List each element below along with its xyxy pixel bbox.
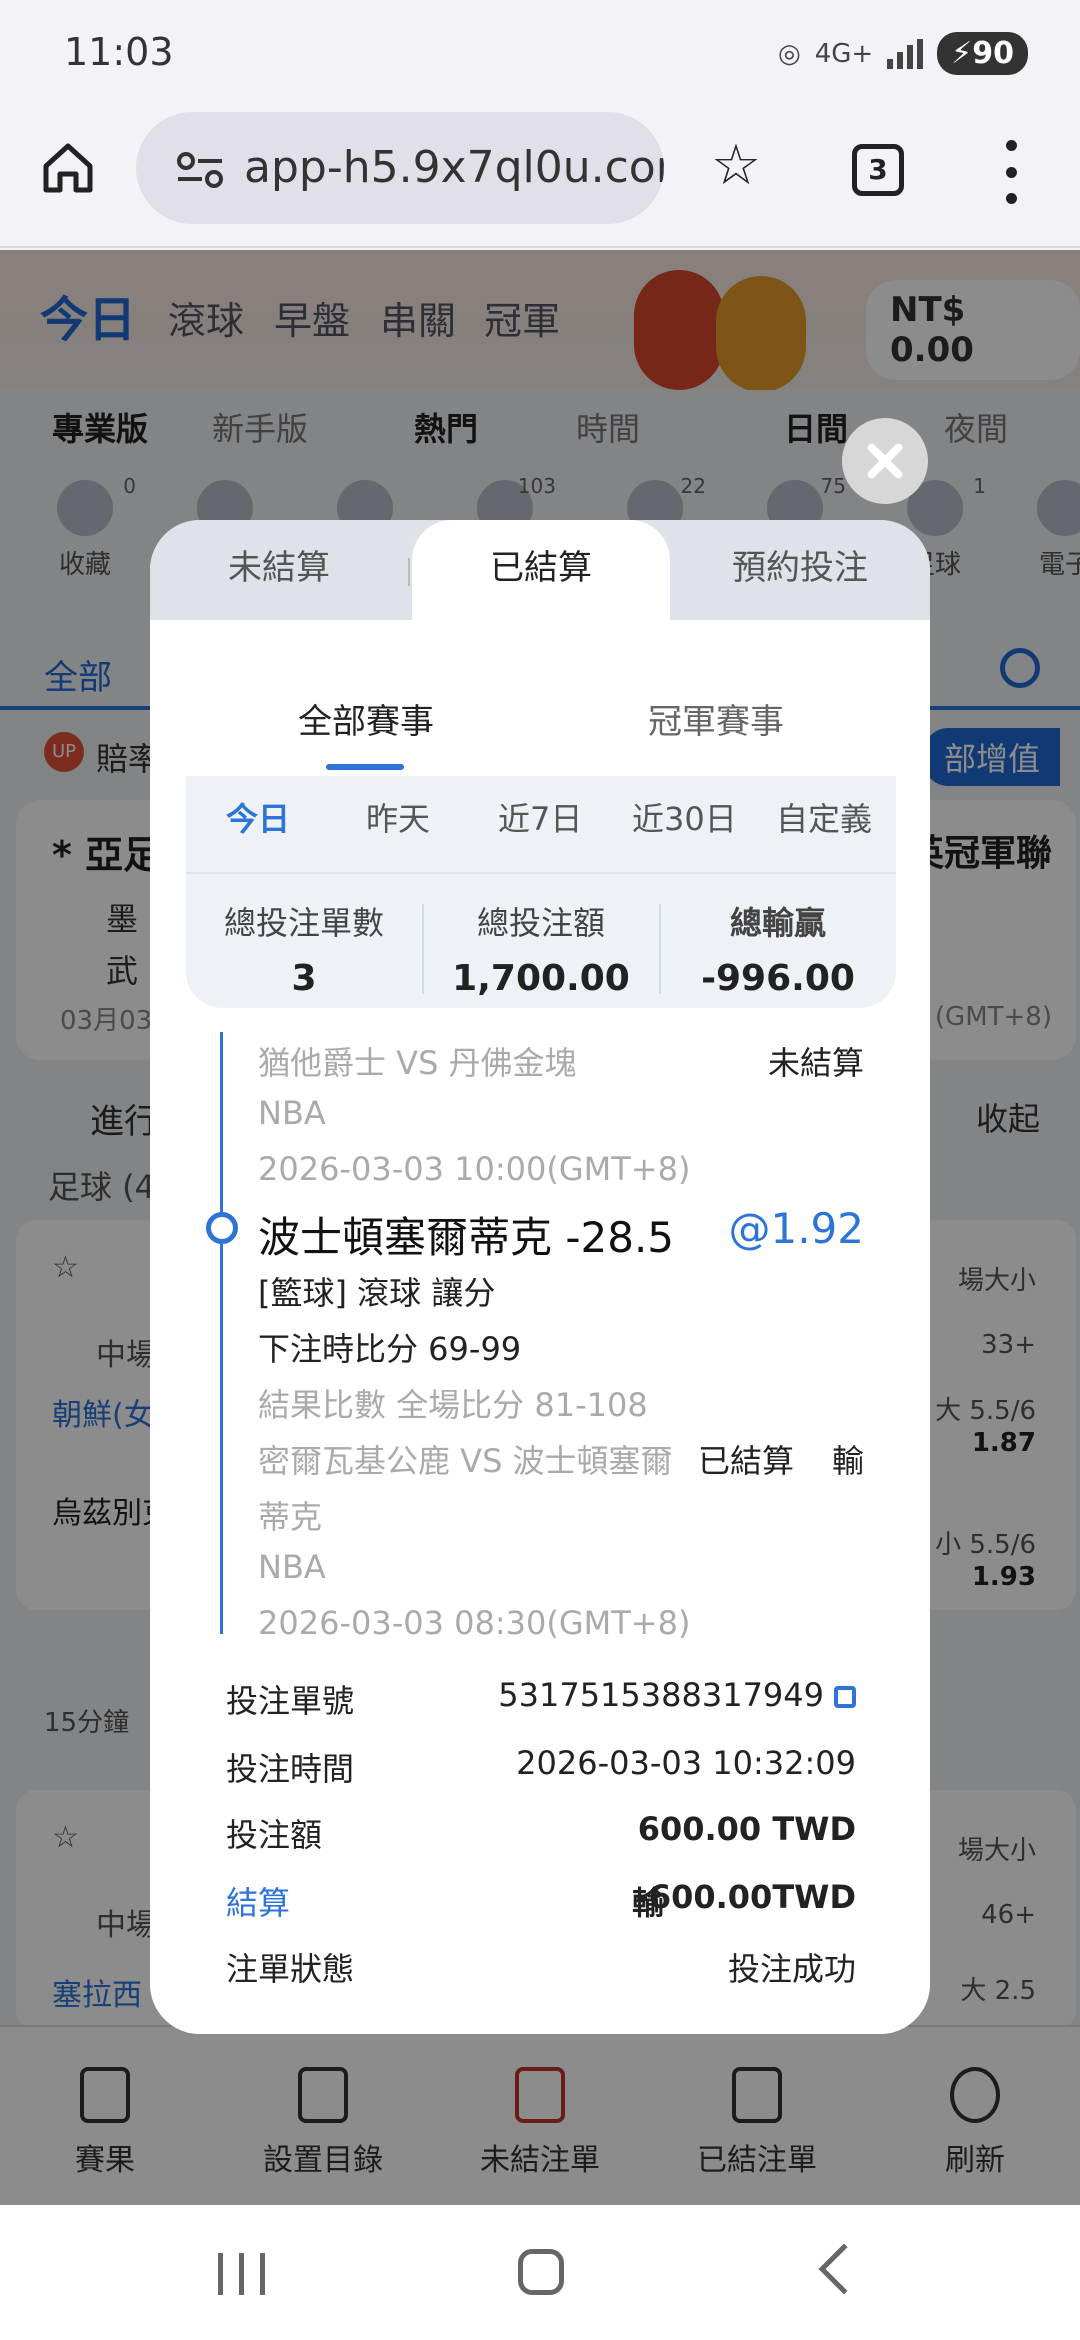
event-type-tabs: 全部賽事 冠軍賽事 bbox=[186, 672, 896, 776]
divider bbox=[186, 872, 896, 874]
site-settings-icon[interactable] bbox=[176, 152, 224, 188]
bet-selection: 波士頓塞爾蒂克 -28.5 bbox=[258, 1213, 675, 1262]
recent-apps-icon[interactable] bbox=[218, 2253, 265, 2295]
amount-label: 投注額 bbox=[226, 1816, 323, 1854]
bet-record-card: 猶他爵士 VS 丹佛金塊 未結算 NBA 2026-03-03 10:00(GM… bbox=[186, 1032, 896, 2034]
signal-icon bbox=[887, 38, 924, 69]
settle-amount: -600.00TWD bbox=[635, 1878, 856, 1916]
tab-switcher-button[interactable]: 3 bbox=[852, 144, 904, 196]
summary-card: 全部賽事 冠軍賽事 今日 昨天 近7日 近30日 自定義 總投注單數 3 總投注… bbox=[186, 672, 896, 1008]
period-yesterday[interactable]: 昨天 bbox=[366, 794, 430, 840]
bet-odds: @1.92 bbox=[728, 1204, 864, 1253]
status-label: 注單狀態 bbox=[226, 1950, 355, 1988]
tab-scheduled[interactable]: 預約投注 bbox=[670, 520, 930, 616]
bet-time-value: 2026-03-03 10:32:09 bbox=[516, 1744, 856, 1782]
period-30days[interactable]: 近30日 bbox=[632, 794, 737, 840]
amount-value: 600.00 TWD bbox=[637, 1810, 856, 1848]
match-name-cont: 蒂克 bbox=[258, 1498, 323, 1536]
match-status: 已結算 bbox=[697, 1442, 794, 1480]
result-score: 結果比數 全場比分 81-108 bbox=[258, 1386, 648, 1424]
timeline-dot-icon bbox=[206, 1212, 238, 1244]
bet-market: [籃球] 滾球 讓分 bbox=[258, 1274, 496, 1312]
bookmark-star-icon[interactable]: ☆ bbox=[706, 136, 766, 196]
match-time: 2026-03-03 08:30(GMT+8) bbox=[258, 1604, 691, 1642]
period-today[interactable]: 今日 bbox=[226, 794, 290, 840]
status-value: 投注成功 bbox=[727, 1950, 856, 1988]
active-tab-indicator bbox=[326, 764, 404, 770]
total-bets-value: 3 bbox=[291, 958, 317, 999]
close-icon[interactable] bbox=[842, 418, 928, 504]
back-icon[interactable] bbox=[818, 2243, 870, 2295]
order-no-value: 5317515388317949 bbox=[498, 1676, 824, 1714]
address-bar[interactable]: app-h5.9x7ql0u.com bbox=[136, 112, 664, 224]
total-winloss-label: 總輸贏 bbox=[729, 904, 826, 942]
system-nav-bar bbox=[0, 2205, 1080, 2340]
tab-unsettled[interactable]: 未結算 bbox=[150, 520, 408, 616]
status-icons: ◎ 4G+ ⚡90 bbox=[778, 32, 1028, 75]
match-result: 輸 bbox=[831, 1442, 864, 1480]
browser-menu-icon[interactable] bbox=[996, 140, 1026, 204]
order-no-label: 投注單號 bbox=[226, 1682, 355, 1720]
copy-icon[interactable] bbox=[834, 1686, 856, 1708]
league: NBA bbox=[258, 1548, 326, 1586]
prev-league: NBA bbox=[258, 1094, 326, 1132]
tab-outright-events[interactable]: 冠軍賽事 bbox=[648, 694, 784, 743]
total-bets-label: 總投注單數 bbox=[223, 904, 384, 942]
prev-match-name: 猶他爵士 VS 丹佛金塊 bbox=[258, 1044, 577, 1082]
total-stake-value: 1,700.00 bbox=[452, 958, 630, 999]
battery-icon: ⚡90 bbox=[937, 32, 1028, 75]
home-button-icon[interactable] bbox=[518, 2249, 564, 2295]
status-bar: 11:03 ◎ 4G+ ⚡90 bbox=[0, 0, 1080, 100]
tab-all-events[interactable]: 全部賽事 bbox=[298, 694, 434, 743]
total-stake-label: 總投注額 bbox=[476, 904, 605, 942]
prev-match-time: 2026-03-03 10:00(GMT+8) bbox=[258, 1150, 691, 1188]
bet-time-label: 投注時間 bbox=[226, 1750, 355, 1788]
browser-toolbar: app-h5.9x7ql0u.com ☆ 3 bbox=[0, 100, 1080, 248]
modal-body: 全部賽事 冠軍賽事 今日 昨天 近7日 近30日 自定義 總投注單數 3 總投注… bbox=[150, 620, 930, 2034]
score-at-bet: 下注時比分 69-99 bbox=[258, 1330, 522, 1368]
period-7days[interactable]: 近7日 bbox=[498, 794, 582, 840]
clock: 11:03 bbox=[64, 30, 174, 74]
prev-match-status: 未結算 bbox=[767, 1044, 864, 1082]
bet-history-modal: 未結算 已結算 預約投注 全部賽事 冠軍賽事 今日 昨天 近7日 近30日 自定… bbox=[150, 520, 930, 2034]
battery-level: 90 bbox=[972, 36, 1014, 71]
tab-settled[interactable]: 已結算 bbox=[412, 520, 670, 624]
network-type: 4G+ bbox=[814, 38, 874, 69]
home-icon[interactable] bbox=[40, 140, 96, 196]
url-text: app-h5.9x7ql0u.com bbox=[244, 142, 664, 193]
settle-label: 結算 bbox=[226, 1884, 291, 1922]
total-winloss-value: -996.00 bbox=[701, 958, 855, 999]
bet-timeline bbox=[220, 1032, 223, 1634]
order-no-row: 5317515388317949 bbox=[498, 1676, 856, 1714]
hotspot-icon: ◎ bbox=[778, 38, 801, 69]
tab-divider bbox=[408, 558, 410, 586]
period-custom[interactable]: 自定義 bbox=[776, 794, 872, 840]
match-name: 密爾瓦基公鹿 VS 波士頓塞爾 bbox=[258, 1442, 673, 1480]
